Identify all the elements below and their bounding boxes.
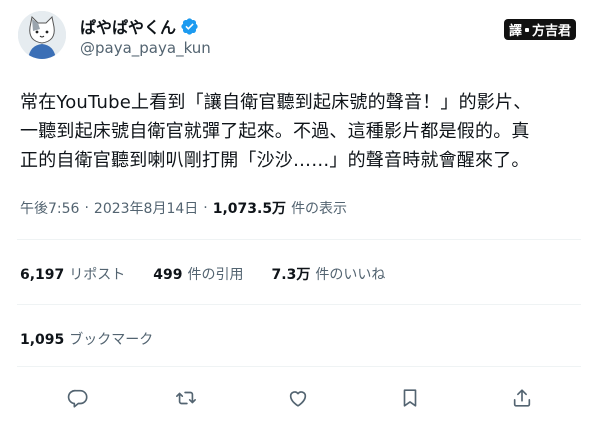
bookmarks-count: 1,095 [20, 332, 65, 348]
author-display-name[interactable]: ぱやぱやくん [80, 14, 176, 38]
author-handle[interactable]: @paya_paya_kun [80, 39, 211, 57]
views-label: 件の表示 [291, 201, 348, 217]
reposts-label: リポスト [69, 267, 126, 283]
like-button[interactable] [284, 384, 312, 412]
quotes-count: 499 [153, 267, 183, 283]
tweet-line: 一聽到起床號自衛官就彈了起來。不過、這種影片都是假的。真 [20, 121, 530, 142]
meta-separator: · [84, 200, 89, 216]
cat-avatar-icon [18, 11, 66, 59]
retweet-button[interactable] [172, 384, 200, 412]
reply-button[interactable] [64, 384, 92, 412]
quotes-stat[interactable]: 499 件の引用 [153, 264, 243, 284]
bookmarks-label: ブックマーク [69, 332, 154, 348]
reposts-count: 6,197 [20, 267, 65, 283]
bookmark-icon [403, 389, 417, 407]
share-button[interactable] [508, 384, 536, 412]
translator-badge-left: 譯 [508, 24, 522, 39]
translator-badge: 譯 方吉君 [503, 19, 576, 40]
tweet-meta: 午後7:56 · 2023年8月14日 · 1,073.5万 件の表示 [20, 198, 347, 218]
translator-badge-right: 方吉君 [531, 24, 571, 39]
views-count: 1,073.5万 [212, 201, 287, 217]
tweet-text: 常在YouTube上看到「讓自衛官聽到起床號的聲音！」的影片、 一聽到起床號自衛… [20, 88, 585, 175]
divider [17, 239, 581, 240]
reply-icon [67, 389, 88, 408]
badge-dot [524, 27, 529, 32]
likes-count: 7.3万 [271, 267, 311, 283]
divider [17, 304, 581, 305]
tweet-line: 正的自衛官聽到喇叭剛打開「沙沙……」的聲音時就會醒來了。 [20, 150, 530, 171]
avatar[interactable] [18, 11, 66, 59]
bookmark-button[interactable] [396, 384, 424, 412]
tweet-line: 常在YouTube上看到「讓自衛官聽到起床號的聲音！」的影片、 [20, 92, 532, 113]
verified-icon [181, 17, 198, 35]
reposts-stat[interactable]: 6,197 リポスト [20, 264, 125, 284]
tweet-date[interactable]: 2023年8月14日 [94, 198, 198, 218]
like-icon [289, 391, 307, 407]
retweet-icon [176, 391, 196, 405]
likes-label: 件のいいね [315, 267, 386, 283]
author-name-row[interactable]: ぱやぱやくん [80, 14, 199, 38]
share-icon [513, 389, 531, 407]
engagement-stats: 6,197 リポスト 499 件の引用 7.3万 件のいいね [20, 264, 413, 284]
bookmarks-stat[interactable]: 1,095 ブックマーク [20, 329, 153, 349]
divider [17, 366, 581, 367]
quotes-label: 件の引用 [187, 267, 244, 283]
action-bar [0, 384, 598, 414]
tweet-time[interactable]: 午後7:56 [20, 198, 79, 218]
meta-separator: · [203, 200, 208, 216]
likes-stat[interactable]: 7.3万 件のいいね [272, 264, 386, 284]
